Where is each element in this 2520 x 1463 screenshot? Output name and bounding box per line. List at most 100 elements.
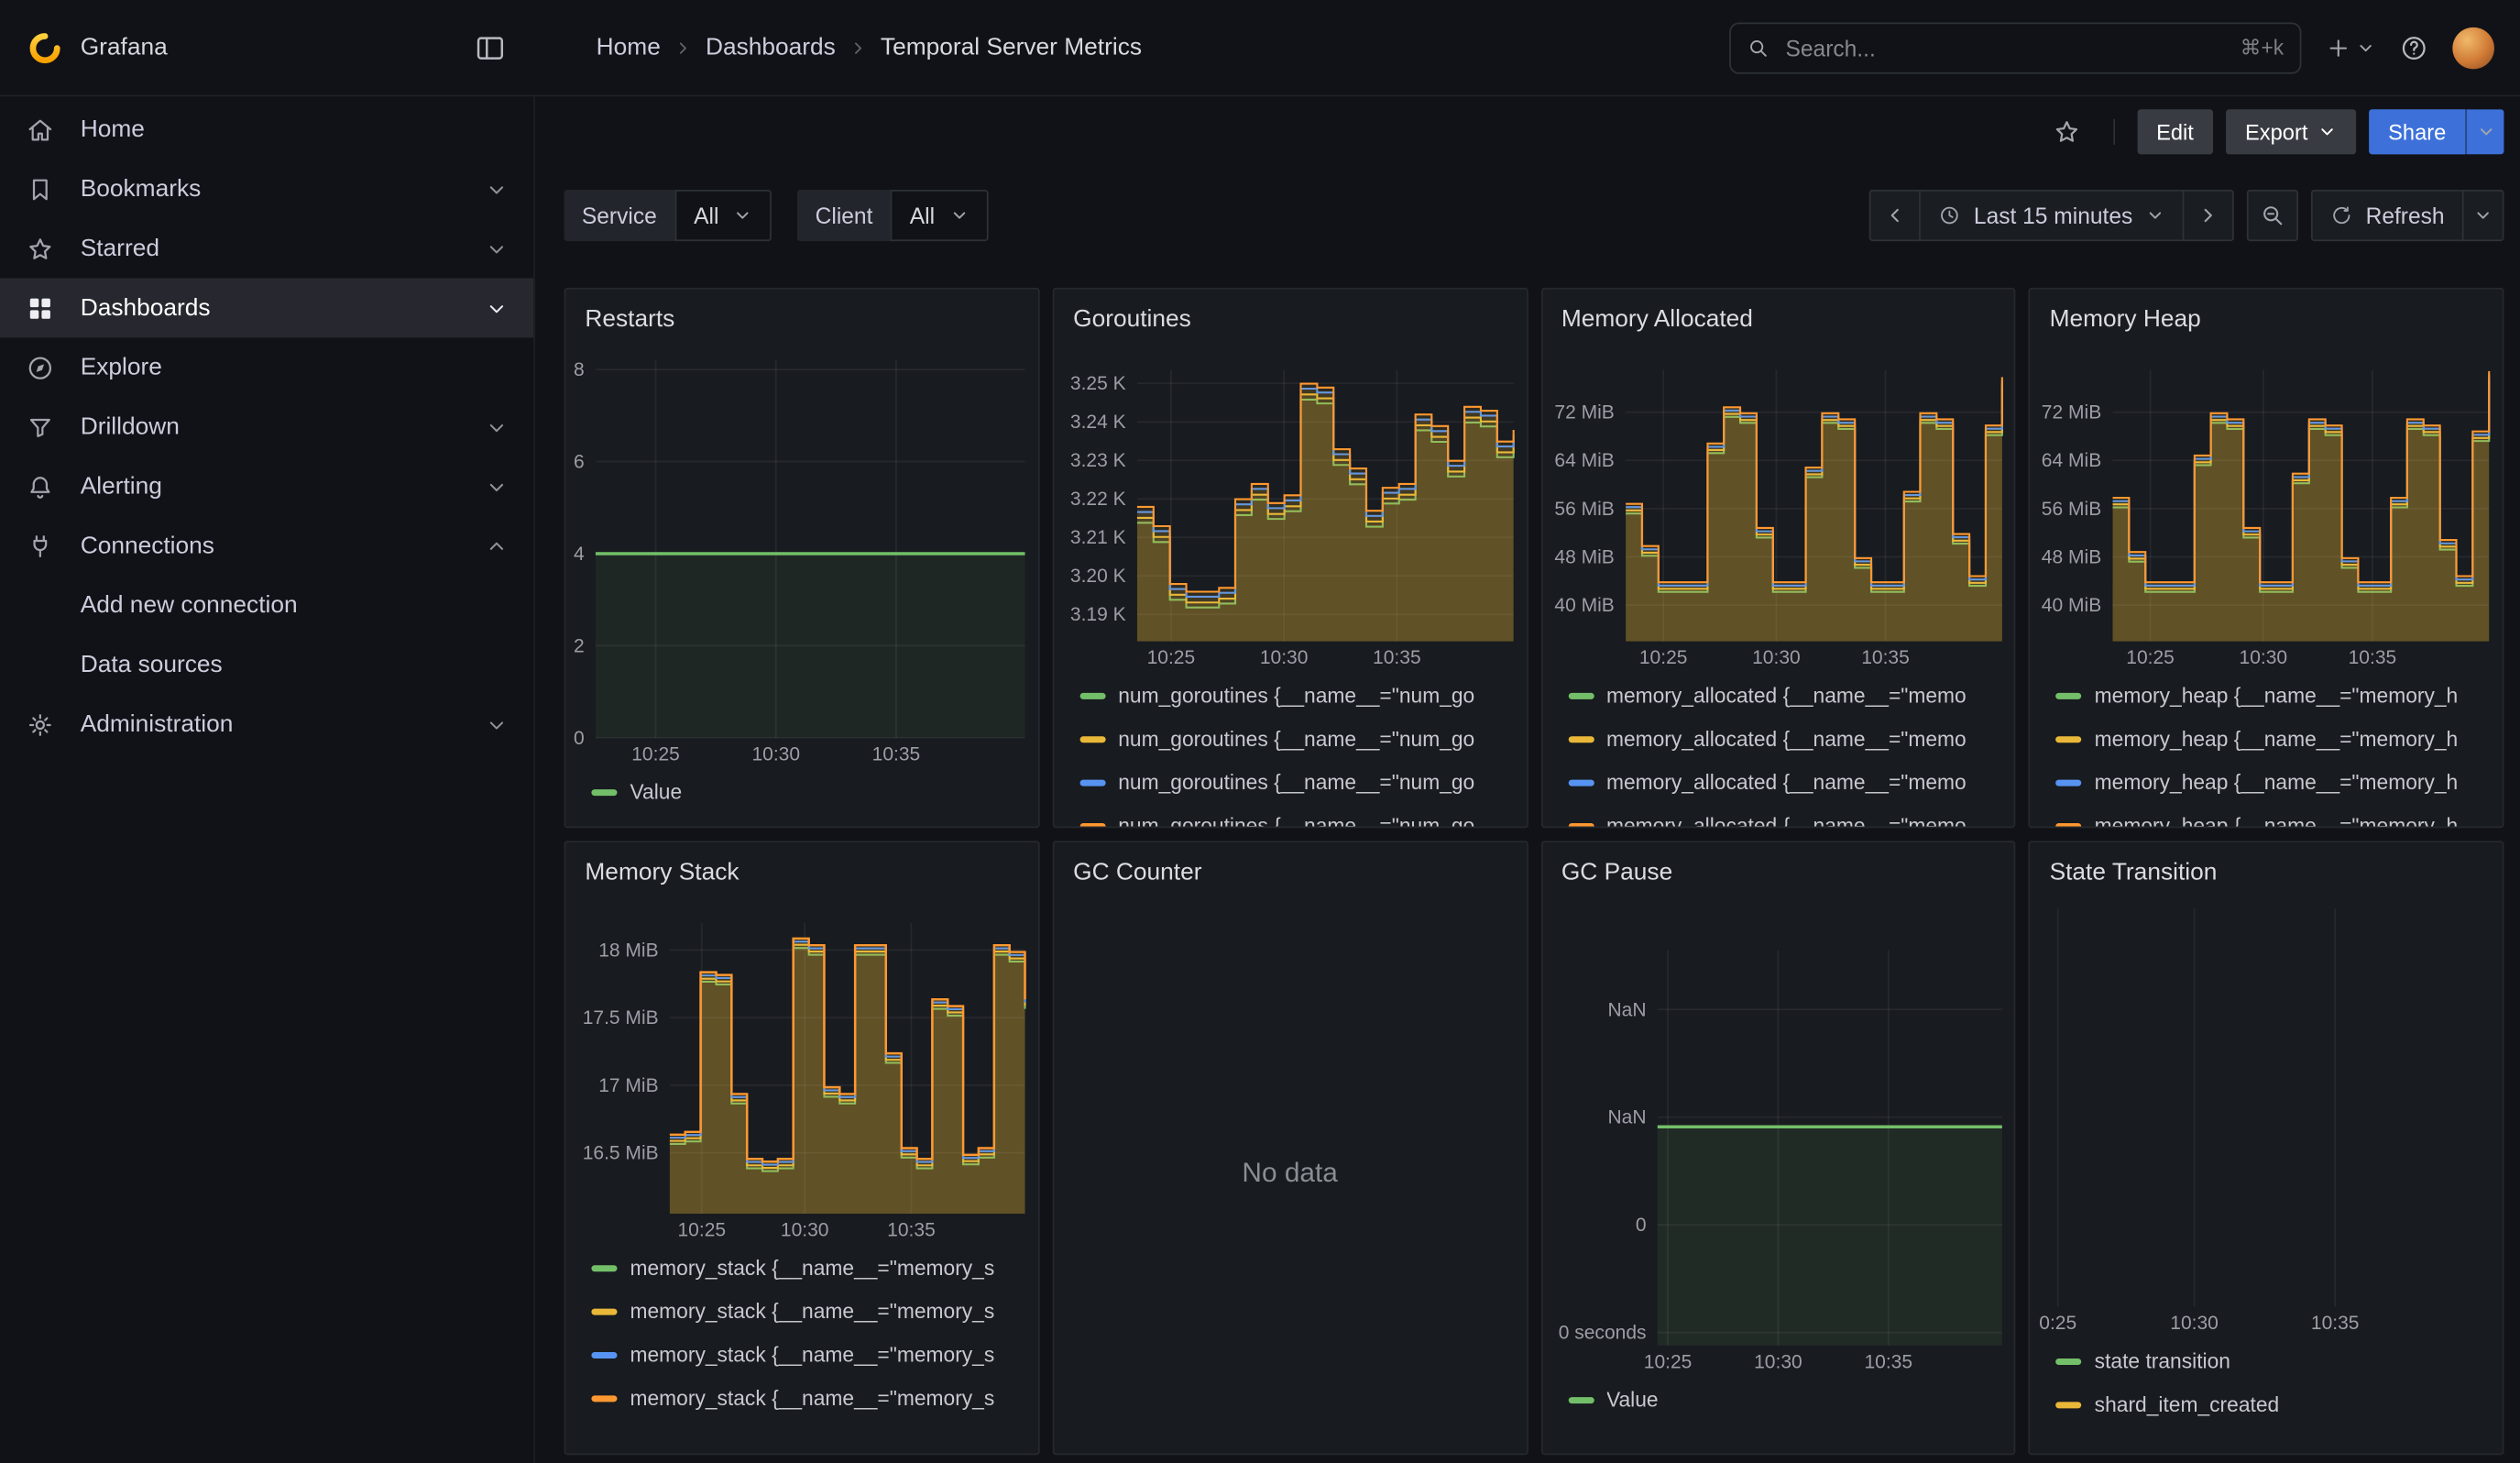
topbar-left-section: Grafana <box>0 31 535 63</box>
chart-goroutines[interactable]: 3.25 K3.24 K3.23 K3.22 K3.21 K3.20 K3.19… <box>1054 339 1526 670</box>
topbar-right-section: ⌘+k <box>1729 22 2494 73</box>
grafana-logo-icon[interactable] <box>29 31 61 63</box>
dock-menu-toggle-icon[interactable] <box>474 31 506 63</box>
user-avatar[interactable] <box>2452 27 2494 69</box>
chart-state-transition[interactable]: 0:2510:3010:35 <box>2031 892 2503 1336</box>
chart-gc-pause[interactable]: NaNNaN00 seconds10:2510:3010:35 <box>1542 892 2014 1374</box>
share-button[interactable]: Share <box>2369 109 2465 154</box>
sidebar-item-bookmarks[interactable]: Bookmarks <box>0 160 533 219</box>
breadcrumb-item[interactable]: Temporal Server Metrics <box>881 34 1142 61</box>
chart-restarts[interactable]: 8642010:2510:3010:35 <box>565 339 1037 767</box>
panel-memory-allocated: Memory Allocated72 MiB64 MiB56 MiB48 MiB… <box>1540 288 2016 828</box>
legend-item[interactable]: memory_stack {__name__="memory_s <box>591 1290 1024 1333</box>
legend-item[interactable]: memory_heap {__name__="memory_h <box>2056 717 2490 760</box>
sidebar-item-explore[interactable]: Explore <box>0 337 533 397</box>
time-shift-back-button[interactable] <box>1869 190 1921 241</box>
legend-item[interactable]: memory_allocated {__name__="memo <box>1568 804 2001 827</box>
legend-item[interactable]: memory_allocated {__name__="memo <box>1568 717 2001 760</box>
refresh-button[interactable]: Refresh <box>2311 190 2464 241</box>
legend-item[interactable]: shard_item_created <box>2056 1382 2490 1425</box>
brand[interactable]: Grafana <box>29 31 168 63</box>
time-range-picker[interactable]: Last 15 minutes <box>1919 190 2184 241</box>
refresh-label: Refresh <box>2366 203 2445 228</box>
chevron-down-icon[interactable] <box>486 178 509 201</box>
sidebar-item-add-new-connection[interactable]: Add new connection <box>0 576 533 635</box>
panel-header[interactable]: Memory Allocated <box>1542 290 2014 339</box>
client-variable-value[interactable]: All <box>891 190 988 241</box>
chart-memory-heap[interactable]: 72 MiB64 MiB56 MiB48 MiB40 MiB10:2510:30… <box>2031 339 2503 670</box>
breadcrumb-item[interactable]: Dashboards <box>706 34 836 61</box>
help-icon[interactable] <box>2399 33 2428 62</box>
legend-item[interactable]: memory_heap {__name__="memory_h <box>2056 804 2490 827</box>
legend-item[interactable]: memory_stack {__name__="memory_s <box>591 1376 1024 1419</box>
svg-text:17 MiB: 17 MiB <box>598 1075 658 1096</box>
chevron-down-icon[interactable] <box>486 713 509 736</box>
panel-header[interactable]: Memory Heap <box>2031 290 2503 339</box>
export-button[interactable]: Export <box>2226 109 2356 154</box>
favorite-star-button[interactable] <box>2043 109 2091 154</box>
panel-header[interactable]: State Transition <box>2031 842 2503 892</box>
legend-item[interactable]: memory_heap {__name__="memory_h <box>2056 761 2490 804</box>
service-variable: Service All <box>564 190 772 241</box>
chart-memory-stack[interactable]: 18 MiB17.5 MiB17 MiB16.5 MiB10:2510:3010… <box>565 892 1037 1242</box>
legend-item[interactable]: num_goroutines {__name__="num_go <box>1079 761 1513 804</box>
svg-text:64 MiB: 64 MiB <box>1554 450 1614 471</box>
panel-title: Memory Heap <box>2050 305 2201 333</box>
legend-item[interactable]: memory_stack {__name__="memory_s <box>591 1333 1024 1376</box>
sidebar-item-home[interactable]: Home <box>0 100 533 160</box>
chevron-down-icon <box>2473 205 2493 225</box>
svg-text:48 MiB: 48 MiB <box>2042 547 2101 568</box>
sidebar-item-dashboards[interactable]: Dashboards <box>0 278 533 337</box>
legend-item[interactable]: num_goroutines {__name__="num_go <box>1079 717 1513 760</box>
legend-label: memory_heap {__name__="memory_h <box>2095 727 2459 751</box>
legend: Value <box>565 767 1037 827</box>
legend-item[interactable]: Value <box>591 770 1024 813</box>
legend-item[interactable]: num_goroutines {__name__="num_go <box>1079 804 1513 827</box>
chevron-down-icon[interactable] <box>486 475 509 498</box>
client-variable-selected: All <box>910 203 935 228</box>
breadcrumb-item[interactable]: Home <box>597 34 661 61</box>
panel-gc-counter: GC CounterNo data <box>1052 841 1528 1455</box>
export-button-label: Export <box>2245 120 2307 144</box>
legend-item[interactable]: memory_allocated {__name__="memo <box>1568 761 2001 804</box>
legend-item[interactable]: memory_allocated {__name__="memo <box>1568 674 2001 717</box>
add-menu-button[interactable] <box>2326 35 2375 60</box>
chevron-up-icon[interactable] <box>486 534 509 557</box>
panel-header[interactable]: GC Pause <box>1542 842 2014 892</box>
sidebar-item-drilldown[interactable]: Drilldown <box>0 397 533 456</box>
panel-grid: Restarts8642010:2510:3010:35ValueGorouti… <box>564 288 2504 1455</box>
sidebar-item-alerting[interactable]: Alerting <box>0 456 533 516</box>
refresh-interval-button[interactable] <box>2462 190 2504 241</box>
sidebar-item-administration[interactable]: Administration <box>0 695 533 754</box>
share-menu-button[interactable] <box>2465 109 2504 154</box>
chevron-down-icon[interactable] <box>486 297 509 320</box>
chart-memory-allocated[interactable]: 72 MiB64 MiB56 MiB48 MiB40 MiB10:2510:30… <box>1542 339 2014 670</box>
legend-item[interactable]: memory_heap {__name__="memory_h <box>2056 674 2490 717</box>
svg-text:0 seconds: 0 seconds <box>1558 1323 1646 1344</box>
chevron-down-icon[interactable] <box>486 237 509 260</box>
search-input[interactable] <box>1782 33 2228 62</box>
sidebar-item-label: Alerting <box>81 473 162 500</box>
panel-header[interactable]: GC Counter <box>1054 842 1526 892</box>
sidebar-item-connections[interactable]: Connections <box>0 516 533 576</box>
legend-item[interactable]: memory_stack {__name__="memory_s <box>591 1246 1024 1289</box>
panel-title: Memory Stack <box>585 859 739 886</box>
time-shift-forward-button[interactable] <box>2183 190 2234 241</box>
chevron-down-icon[interactable] <box>486 415 509 438</box>
service-variable-value[interactable]: All <box>674 190 772 241</box>
panel-header[interactable]: Memory Stack <box>565 842 1037 892</box>
svg-text:56 MiB: 56 MiB <box>1554 499 1614 520</box>
legend-item[interactable]: Value <box>1568 1378 2001 1421</box>
zoom-out-button[interactable] <box>2247 190 2298 241</box>
edit-button[interactable]: Edit <box>2137 109 2213 154</box>
panel-title: GC Counter <box>1073 859 1201 886</box>
legend-color-dash <box>2056 779 2082 786</box>
sidebar-item-starred[interactable]: Starred <box>0 219 533 279</box>
legend-item[interactable]: num_goroutines {__name__="num_go <box>1079 674 1513 717</box>
panel-header[interactable]: Restarts <box>565 290 1037 339</box>
panel-header[interactable]: Goroutines <box>1054 290 1526 339</box>
legend-item[interactable]: state transition <box>2056 1339 2490 1382</box>
sidebar-item-data-sources[interactable]: Data sources <box>0 635 533 695</box>
legend-label: memory_heap {__name__="memory_h <box>2095 813 2459 826</box>
search-box[interactable]: ⌘+k <box>1729 22 2301 73</box>
